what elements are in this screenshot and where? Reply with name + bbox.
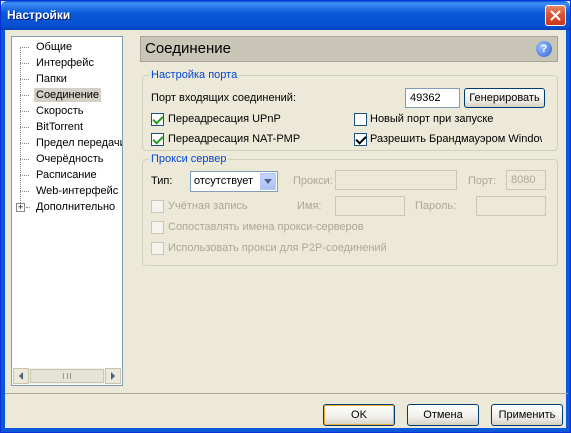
tree-connector [20,111,29,112]
proxy-port-field[interactable]: 8080 [506,170,546,190]
tree-connector [20,159,29,160]
scroll-left-button[interactable] [13,368,29,384]
tree-item-transfer-cap[interactable]: Предел передачи [12,135,122,151]
tree-connector [20,63,29,64]
new-port-on-start-label: Новый порт при запуске [370,113,494,125]
tree-connector [20,95,29,96]
proxy-password-label: Пароль: [415,200,457,212]
scroll-thumb[interactable] [30,369,104,383]
category-tree: Общие Интерфейс Папки Соединение Скорост… [11,36,123,386]
proxy-type-dropdown[interactable]: отсутствует [190,171,278,192]
incoming-port-label: Порт входящих соединений: [151,92,297,104]
proxy-p2p-label: Использовать прокси для P2P-соединений [168,242,387,254]
tree-item-interface[interactable]: Интерфейс [12,55,122,71]
grip-icon [63,373,71,379]
tree-item-label: Web-интерфейс [36,185,119,197]
resolve-proxy-names-label: Сопоставлять имена прокси-серверов [168,221,364,233]
window-frame-left [1,30,5,432]
help-icon[interactable]: ? [536,41,552,57]
tree-item-label: Соединение [34,88,102,102]
tree-connector [26,207,30,208]
new-port-on-start-checkbox[interactable] [354,113,367,126]
upnp-label: Переадресация UPnP [168,113,281,125]
proxy-username-field[interactable] [335,196,405,216]
settings-window: Настройки Общие Интерфейс Папки Соединен… [0,0,571,433]
tree-connector [20,143,29,144]
arrow-right-icon [111,372,115,380]
close-button[interactable] [545,5,566,26]
window-frame-bottom [1,428,570,432]
tree-item-label: Предел передачи [36,137,122,149]
tree-item-general[interactable]: Общие [12,39,122,55]
firewall-label: Разрешить Брандмауэром Windows [370,133,542,145]
tree-item-web-ui[interactable]: Web-интерфейс [12,183,122,199]
tree-item-label: Расписание [36,169,97,181]
generate-port-button[interactable]: Генерировать [464,88,545,108]
ok-button[interactable]: OK [323,404,395,426]
tree-horizontal-scrollbar[interactable] [13,368,121,384]
tree-connector [20,127,29,128]
window-title: Настройки [7,8,71,22]
tree-item-folders[interactable]: Папки [12,71,122,87]
tree-connector [20,47,29,48]
expand-plus-icon[interactable]: + [16,203,25,212]
proxy-port-label: Порт: [468,175,496,187]
chevron-down-icon[interactable] [260,173,276,190]
tree-item-label: Папки [36,73,67,85]
tree-item-speed[interactable]: Скорость [12,103,122,119]
proxy-server-legend: Прокси сервер [151,153,227,165]
port-settings-legend: Настройка порта [151,69,238,81]
tree-item-scheduler[interactable]: Расписание [12,167,122,183]
footer-separator [5,393,568,394]
firewall-checkbox[interactable] [354,133,367,146]
proxy-type-value: отсутствует [194,175,254,187]
apply-button[interactable]: Применить [491,404,563,426]
tree-connector [20,191,29,192]
arrow-left-icon [19,372,23,380]
panel-header: Соединение ? [140,36,558,62]
tree-item-bittorrent[interactable]: BitTorrent [12,119,122,135]
tree-item-connection[interactable]: Соединение [12,87,122,103]
panel-title: Соединение [145,40,231,57]
tree-item-label: Интерфейс [36,57,94,69]
proxy-host-label: Прокси: [293,175,333,187]
proxy-host-field[interactable] [335,170,457,190]
tree-connector [20,175,29,176]
tree-connector [20,79,29,80]
proxy-auth-checkbox[interactable] [151,200,164,213]
incoming-port-field[interactable]: 49362 [405,88,460,108]
natpmp-checkbox[interactable] [151,133,164,146]
tree-item-label: BitTorrent [36,121,84,133]
tree-item-label: Дополнительно [36,201,116,213]
cancel-button[interactable]: Отмена [407,404,479,426]
tree-item-advanced[interactable]: + Дополнительно [12,199,122,215]
proxy-auth-label: Учётная запись [168,200,248,212]
tree-item-label: Скорость [36,105,84,117]
close-icon [550,10,561,21]
tree-item-label: Общие [36,41,73,53]
scroll-right-button[interactable] [105,368,121,384]
proxy-type-label: Тип: [151,175,173,187]
window-frame-right [566,30,570,432]
upnp-checkbox[interactable] [151,113,164,126]
resolve-proxy-names-checkbox[interactable] [151,221,164,234]
proxy-username-label: Имя: [297,200,322,212]
tree-item-queueing[interactable]: Очерёдность [12,151,122,167]
proxy-password-field[interactable] [476,196,546,216]
proxy-p2p-checkbox[interactable] [151,242,164,255]
title-bar[interactable]: Настройки [1,1,570,30]
tree-item-label: Очерёдность [36,153,104,165]
natpmp-label: Переадресация NAT-PMP [168,133,301,145]
